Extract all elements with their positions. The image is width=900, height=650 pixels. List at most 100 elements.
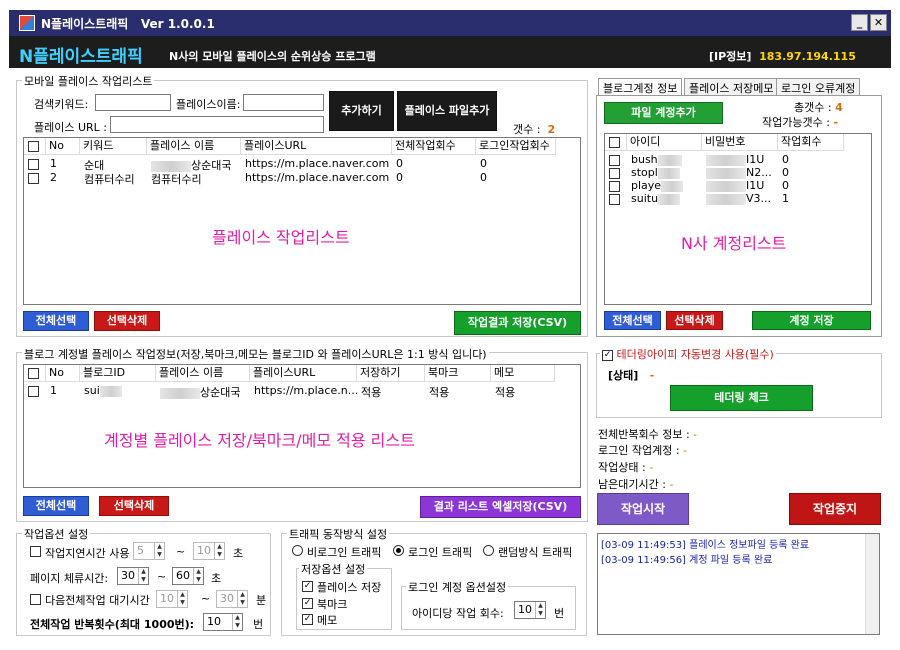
col-save[interactable]: 저장하기	[357, 365, 425, 382]
row-no: 1	[50, 384, 57, 397]
col-work-count[interactable]: 작업회수	[778, 134, 844, 151]
col-password[interactable]: 비밀번호	[702, 134, 778, 151]
delay-checkbox[interactable]	[30, 546, 41, 557]
row-checkbox[interactable]	[609, 181, 620, 192]
col-keyword[interactable]: 키워드	[80, 138, 147, 155]
delay-from-stepper[interactable]: 5 ▲ ▼	[133, 542, 165, 560]
row-checkbox[interactable]	[609, 168, 620, 179]
opt-save-checkbox[interactable]: ✓	[302, 581, 313, 592]
row-no: 1	[50, 157, 57, 170]
col-place-url[interactable]: 플레이스URL	[250, 365, 357, 382]
add-place-file-button[interactable]: 플레이스 파일추가	[397, 91, 497, 131]
tethering-checkbox-row[interactable]: ✓ 테더링아이피 자동변경 사용(필수)	[600, 346, 776, 362]
col-blog-id[interactable]: 블로그ID	[80, 365, 156, 382]
close-button[interactable]: ✕	[870, 14, 887, 31]
radio-nonlogin[interactable]	[292, 545, 303, 556]
tab-login-error[interactable]: 로그인 오류계정	[776, 78, 861, 95]
place-select-all-button[interactable]: 전체선택	[23, 311, 89, 331]
tab-blog-account[interactable]: 블로그계정 정보	[598, 78, 683, 96]
row-checkbox[interactable]	[609, 155, 620, 166]
redacted-text	[658, 193, 681, 205]
save-result-csv-button[interactable]: 작업결과 저장(CSV)	[454, 311, 581, 335]
tab-place-save-memo[interactable]: 플레이스 저장메모	[684, 78, 779, 95]
radio-random[interactable]	[483, 545, 494, 556]
place-delete-selected-button[interactable]: 선택삭제	[94, 311, 160, 331]
opt-memo-label: 메모	[317, 614, 338, 627]
save-result-excel-button[interactable]: 결과 리스트 엑셀저장(CSV)	[420, 496, 581, 518]
col-account-id[interactable]: 아이디	[627, 134, 702, 151]
radio-login-label[interactable]: 로그인 트래픽	[408, 544, 472, 560]
next-wait-from-stepper[interactable]: 10 ▲ ▼	[156, 590, 188, 608]
account-place-delete-button[interactable]: 선택삭제	[99, 496, 169, 516]
account-available: 작업가능갯수 : -	[762, 116, 839, 129]
redacted-text	[706, 180, 746, 192]
row-password: N2...	[706, 166, 772, 179]
row-save: 적용	[361, 386, 382, 399]
header-checkbox-cell	[24, 138, 46, 155]
save-accounts-button[interactable]: 계정 저장	[752, 311, 871, 330]
repeat-count-stepper[interactable]: 10 ▲ ▼	[203, 613, 243, 631]
tethering-check-button[interactable]: 테더링 체크	[670, 385, 813, 411]
next-wait-to-stepper[interactable]: 30 ▲ ▼	[216, 590, 248, 608]
tethering-checkbox[interactable]: ✓	[602, 349, 613, 361]
row-memo: 적용	[495, 386, 516, 399]
log-output[interactable]: [03-09 11:49:53] 플레이스 정보파일 등록 완료 [03-09 …	[597, 533, 880, 635]
search-keyword-input[interactable]	[95, 94, 171, 111]
stop-button[interactable]: 작업중지	[789, 493, 881, 525]
account-place-table[interactable]: No 블로그ID 플레이스 이름 플레이스URL 저장하기 북마크 메모 1 s…	[23, 364, 581, 488]
col-place-url[interactable]: 플레이스URL	[241, 138, 392, 155]
row-login: 0	[480, 171, 487, 184]
row-place-url: https://m.place.n...	[254, 384, 359, 397]
seconds-label: 초	[211, 572, 222, 585]
place-name-input[interactable]	[243, 94, 324, 111]
row-work-count: 0	[782, 179, 789, 192]
per-id-stepper[interactable]: 10 ▲ ▼	[514, 601, 546, 619]
delay-to-stepper[interactable]: 10 ▲ ▼	[193, 542, 225, 560]
row-checkbox[interactable]	[28, 173, 39, 184]
col-bookmark[interactable]: 북마크	[425, 365, 491, 382]
redacted-text	[657, 154, 682, 166]
redacted-text	[661, 180, 684, 192]
window-title: N플레이스트래픽 Ver 1.0.0.1	[41, 17, 215, 31]
col-place-name[interactable]: 플레이스 이름	[156, 365, 250, 382]
work-state-info: 작업상태 : -	[598, 461, 654, 474]
radio-random-label[interactable]: 랜덤방식 트래픽	[498, 544, 572, 560]
radio-nonlogin-label[interactable]: 비로그인 트래픽	[307, 544, 381, 560]
next-wait-checkbox[interactable]	[30, 594, 41, 605]
times-label: 번	[554, 607, 565, 620]
account-list-table[interactable]: 아이디 비밀번호 작업회수 bush I1U 0 stopl N2... 0 p…	[604, 133, 872, 305]
col-no[interactable]: No	[46, 365, 80, 382]
add-account-file-button[interactable]: 파일 계정추가	[604, 102, 723, 124]
minimize-button[interactable]: _	[851, 14, 868, 31]
place-list-table[interactable]: No 키워드 플레이스 이름 플레이스URL 전체작업회수 로그인작업회수 1 …	[23, 137, 581, 305]
col-total-count[interactable]: 전체작업회수	[392, 138, 476, 155]
account-delete-button[interactable]: 선택삭제	[666, 311, 723, 330]
row-checkbox[interactable]	[28, 386, 39, 397]
row-work-count: 0	[782, 153, 789, 166]
row-checkbox[interactable]	[609, 194, 620, 205]
account-place-select-all-button[interactable]: 전체선택	[23, 496, 89, 516]
traffic-group-label: 트래픽 동작방식 설정	[287, 526, 390, 542]
opt-bookmark-checkbox[interactable]: ✓	[302, 598, 313, 609]
col-memo[interactable]: 메모	[491, 365, 555, 382]
app-name: N플레이스트래픽	[19, 47, 143, 67]
repeat-info: 전체반복회수 정보 : -	[598, 428, 698, 441]
select-all-checkbox[interactable]	[609, 137, 620, 148]
col-no[interactable]: No	[46, 138, 80, 155]
select-all-checkbox[interactable]	[28, 368, 39, 379]
col-login-count[interactable]: 로그인작업회수	[476, 138, 556, 155]
start-button[interactable]: 작업시작	[597, 493, 689, 525]
minutes-label: 분	[256, 594, 267, 607]
place-url-input[interactable]	[110, 116, 324, 133]
stay-from-stepper[interactable]: 30 ▲ ▼	[117, 567, 149, 585]
opt-memo-checkbox[interactable]: ✓	[302, 614, 313, 625]
place-list-watermark: 플레이스 작업리스트	[212, 228, 350, 247]
select-all-checkbox[interactable]	[28, 141, 39, 152]
row-checkbox[interactable]	[28, 159, 39, 170]
stay-to-stepper[interactable]: 60 ▲ ▼	[172, 567, 204, 585]
log-scrollbar[interactable]	[865, 534, 879, 634]
add-place-button[interactable]: 추가하기	[329, 91, 394, 131]
radio-login[interactable]	[393, 545, 404, 556]
account-select-all-button[interactable]: 전체선택	[604, 311, 661, 330]
col-place-name[interactable]: 플레이스 이름	[147, 138, 241, 155]
